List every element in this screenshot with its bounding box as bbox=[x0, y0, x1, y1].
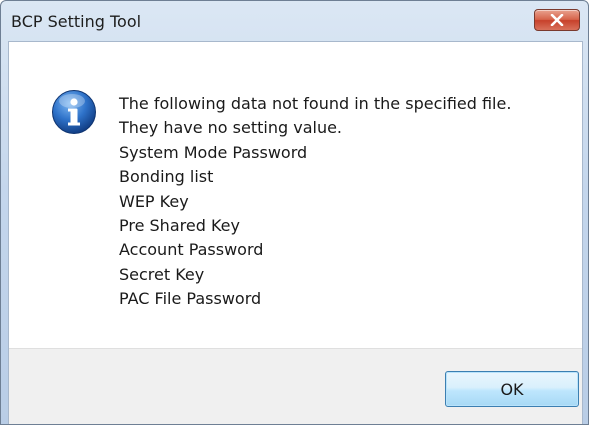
title-bar[interactable]: BCP Setting Tool bbox=[1, 1, 588, 41]
window-title: BCP Setting Tool bbox=[11, 12, 142, 31]
message-text: The following data not found in the spec… bbox=[119, 92, 511, 312]
message-line: Pre Shared Key bbox=[119, 216, 240, 236]
message-line: WEP Key bbox=[119, 191, 189, 211]
close-button[interactable] bbox=[534, 9, 580, 31]
message-line: They have no setting value. bbox=[119, 118, 343, 138]
button-bar: OK bbox=[9, 348, 582, 424]
ok-button[interactable]: OK bbox=[445, 371, 579, 407]
message-line: Bonding list bbox=[119, 167, 214, 187]
message-area: The following data not found in the spec… bbox=[9, 42, 582, 348]
message-line: System Mode Password bbox=[119, 142, 308, 162]
dialog-window: BCP Setting Tool The following data not … bbox=[0, 0, 589, 425]
info-icon bbox=[52, 90, 96, 134]
dialog-client-area: The following data not found in the spec… bbox=[8, 41, 583, 424]
message-line: Secret Key bbox=[119, 264, 205, 284]
message-line: The following data not found in the spec… bbox=[119, 94, 512, 113]
close-icon bbox=[550, 14, 564, 26]
message-line: Account Password bbox=[119, 240, 264, 260]
message-line: PAC File Password bbox=[119, 289, 262, 309]
